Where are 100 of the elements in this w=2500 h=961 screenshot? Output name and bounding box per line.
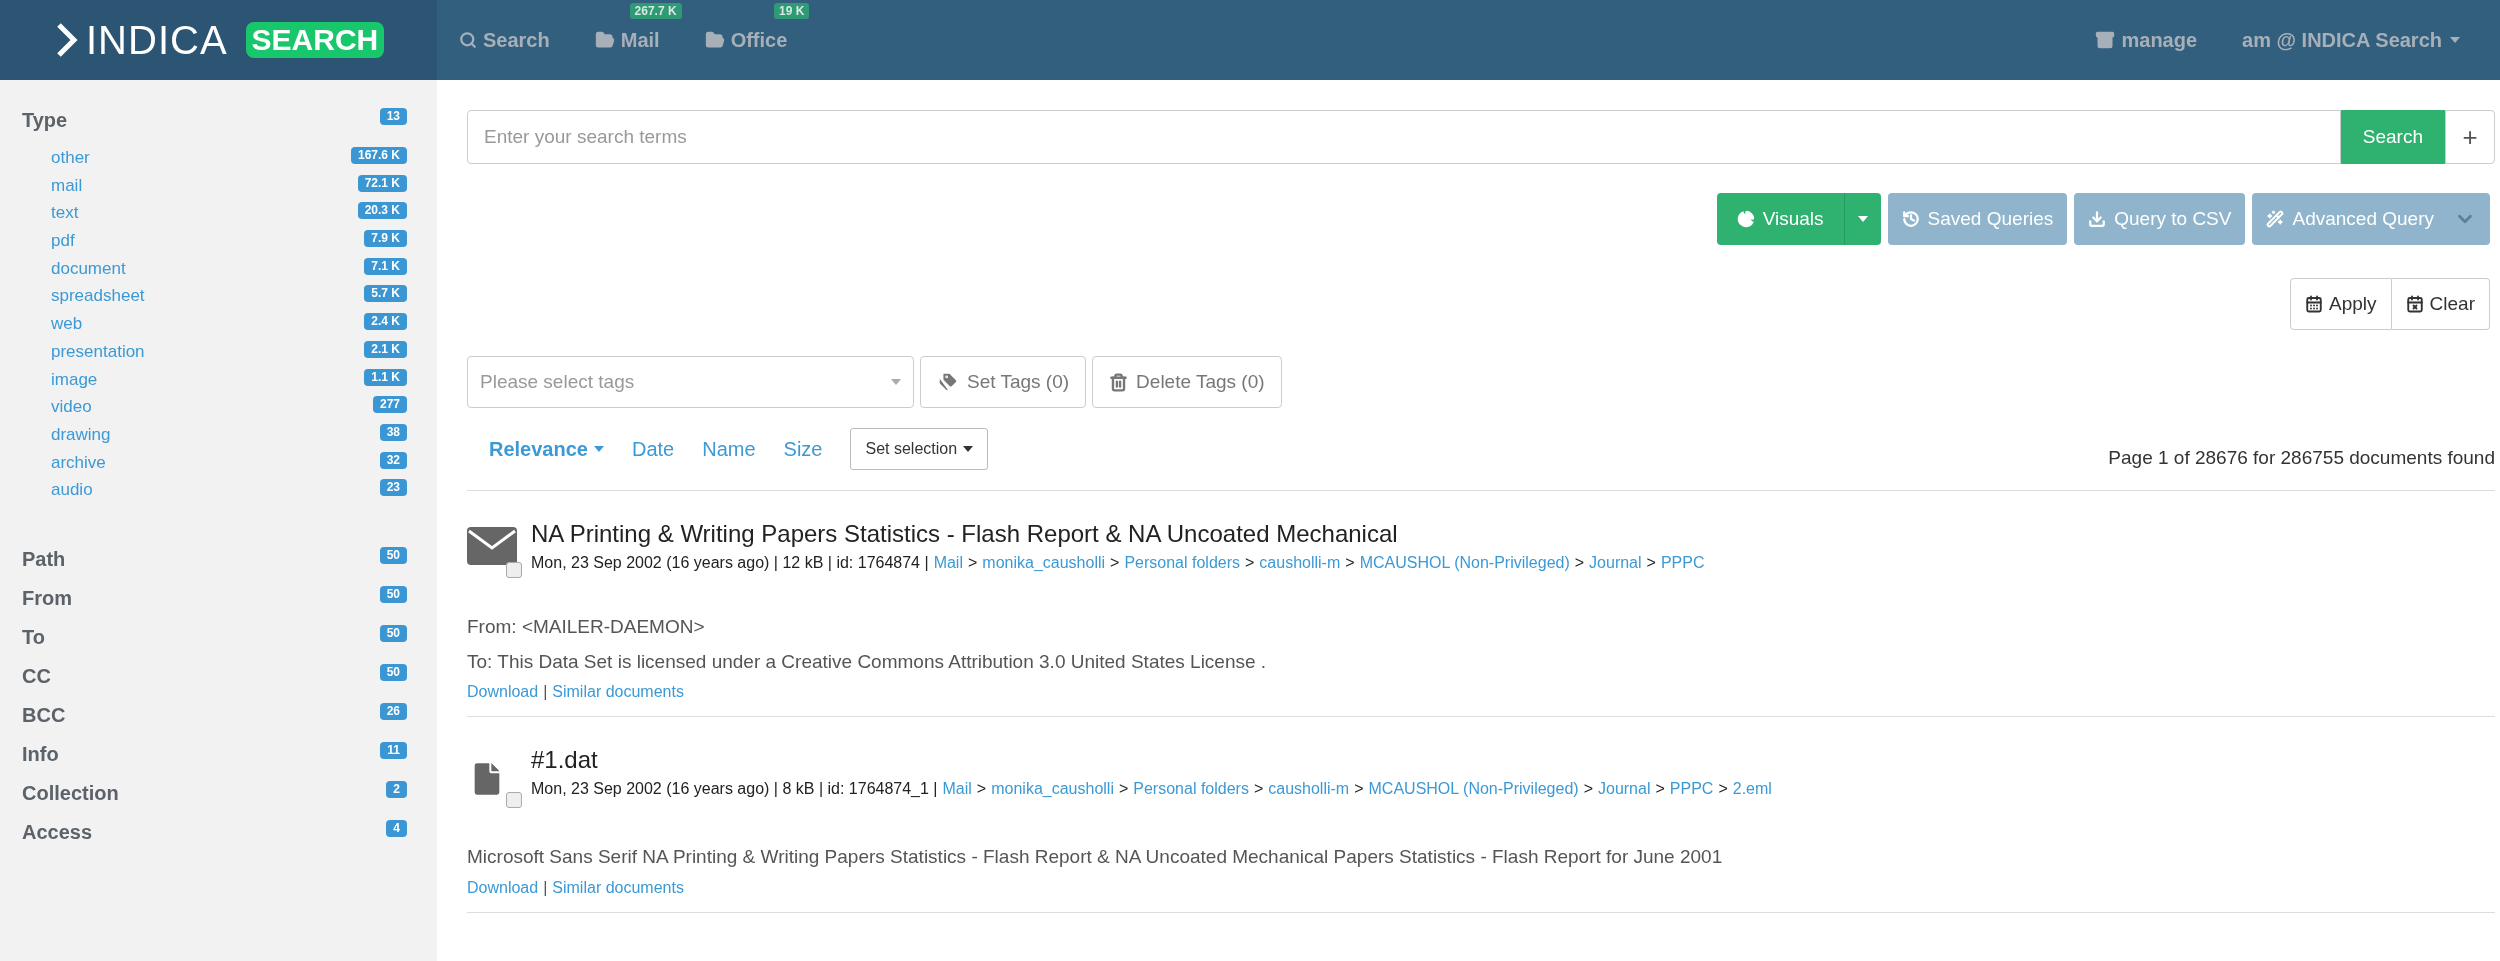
facet-option[interactable]: mail: [51, 174, 83, 196]
result-meta: Mon, 23 Sep 2002 (16 years ago) | 8 kB | id: 1764874_1 |: [531, 779, 938, 799]
path-link[interactable]: causholli-m: [1268, 777, 1350, 801]
sort-option[interactable]: Name: [702, 434, 756, 464]
result-meta: Mon, 23 Sep 2002 (16 years ago) | 12 kB | id: 1764874 |: [531, 553, 929, 573]
path-separator: >: [976, 779, 987, 799]
path-link[interactable]: PPPC: [1669, 777, 1714, 801]
path-link[interactable]: Personal folders: [1133, 777, 1249, 801]
result-title[interactable]: #1.dat: [531, 745, 1772, 775]
calendar-icon: [2305, 295, 2324, 313]
magic-wand-icon: [2266, 210, 2285, 228]
visuals-button[interactable]: Visuals: [1716, 193, 1844, 245]
set-selection-button[interactable]: Set selection: [850, 428, 989, 470]
result-checkbox[interactable]: [506, 792, 522, 808]
result-snippet: To: This Data Set is licensed under a Creative Commons Attribution 3.0 United States License .: [467, 649, 1268, 674]
result-action-link[interactable]: Similar documents: [552, 875, 684, 900]
path-link[interactable]: Journal: [1589, 551, 1642, 575]
history-icon: [1901, 210, 1920, 228]
facet-title[interactable]: From: [22, 585, 72, 610]
path-link[interactable]: Mail: [933, 551, 963, 575]
facet-title[interactable]: Path: [22, 546, 66, 571]
count-badge: 72.1 K: [357, 174, 407, 192]
count-badge: 20.3 K: [357, 202, 407, 220]
count-badge: 4: [386, 819, 407, 837]
manage-link[interactable]: manage: [2095, 25, 2198, 55]
result-snippet: From: <MAILER-DAEMON>: [467, 615, 706, 639]
path-separator: >: [1646, 553, 1656, 573]
facet-option[interactable]: drawing: [51, 423, 111, 445]
set-tags-button[interactable]: Set Tags (0): [920, 356, 1087, 408]
sort-option[interactable]: Size: [783, 434, 823, 464]
path-link[interactable]: 2.eml: [1732, 777, 1772, 801]
path-separator: >: [1718, 779, 1728, 799]
facet-title[interactable]: CC: [22, 663, 51, 688]
path-link[interactable]: monika_causholli: [982, 551, 1106, 575]
date-filter-button[interactable]: Apply: [2290, 278, 2392, 330]
count-badge: 32: [379, 451, 407, 469]
action-separator: |: [543, 682, 548, 702]
count-badge: 50: [379, 585, 407, 603]
path-separator: >: [1354, 779, 1364, 799]
path-separator: >: [1253, 779, 1264, 799]
facet-title[interactable]: Access: [22, 819, 93, 844]
count-badge: 1.1 K: [364, 368, 407, 386]
facet-option[interactable]: image: [51, 368, 98, 390]
result-action-link[interactable]: Similar documents: [552, 680, 684, 704]
count-badge: 7.9 K: [364, 230, 407, 248]
facet-option[interactable]: presentation: [51, 340, 145, 362]
facet-title[interactable]: To: [22, 624, 45, 649]
toolbar-button[interactable]: Saved Queries: [1887, 193, 2068, 245]
result-action-link[interactable]: Download: [467, 875, 539, 900]
count-badge: 13: [379, 108, 407, 125]
path-link[interactable]: Mail: [942, 777, 972, 801]
path-link[interactable]: monika_causholli: [991, 777, 1114, 801]
facet-title[interactable]: Collection: [22, 780, 119, 805]
facet-option[interactable]: archive: [51, 451, 106, 473]
path-link[interactable]: causholli-m: [1259, 551, 1341, 575]
count-badge: 2.1 K: [364, 340, 407, 358]
visuals-dropdown-button[interactable]: [1843, 193, 1881, 245]
user-menu[interactable]: am @ INDICA Search: [2242, 25, 2460, 55]
facet-option[interactable]: text: [51, 202, 79, 224]
count-badge: 26: [379, 702, 407, 720]
facet-title[interactable]: BCC: [22, 702, 66, 727]
search-field[interactable]: Enter your search terms: [467, 110, 2341, 164]
delete-tags-button[interactable]: Delete Tags (0): [1092, 356, 1282, 408]
facet-option[interactable]: other: [51, 147, 90, 168]
chevron-icon: [56, 22, 78, 58]
nav-link[interactable]: Mail: [594, 25, 660, 55]
path-separator: >: [1245, 553, 1255, 573]
tags-placeholder: Please select tags: [480, 369, 635, 394]
facet-option[interactable]: video: [51, 396, 92, 418]
count-badge: 11: [380, 741, 407, 759]
facet-option[interactable]: audio: [51, 479, 93, 501]
count-badge: 277: [372, 396, 407, 414]
advanced-query-button[interactable]: Advanced Query: [2252, 193, 2490, 245]
facet-option[interactable]: pdf: [51, 230, 75, 252]
tags-select[interactable]: Please select tags: [467, 356, 914, 408]
result-checkbox[interactable]: [506, 562, 522, 578]
facet-option[interactable]: document: [51, 257, 126, 279]
path-link[interactable]: Personal folders: [1124, 551, 1240, 575]
sort-option[interactable]: Relevance: [489, 434, 604, 464]
date-filter-button[interactable]: Clear: [2391, 278, 2490, 330]
download-icon: [2088, 210, 2107, 228]
path-link[interactable]: PPPC: [1660, 551, 1705, 575]
toolbar-button[interactable]: Query to CSV: [2074, 193, 2246, 245]
nav-link[interactable]: Search: [459, 25, 550, 55]
path-link[interactable]: MCAUSHOL (Non-Privileged): [1368, 777, 1579, 801]
result-action-link[interactable]: Download: [467, 680, 539, 704]
sort-option[interactable]: Date: [631, 434, 675, 464]
count-badge: 2: [386, 780, 407, 798]
facet-title[interactable]: Type: [22, 108, 68, 132]
nav-link[interactable]: Office: [704, 25, 788, 55]
facet-title[interactable]: Info: [22, 741, 59, 766]
path-link[interactable]: Journal: [1598, 777, 1651, 801]
path-link[interactable]: MCAUSHOL (Non-Privileged): [1359, 551, 1570, 575]
result-title[interactable]: NA Printing & Writing Papers Statistics - Flash Report & NA Uncoated Mechanical: [531, 519, 1705, 549]
nav-count-badge: 19 K: [773, 3, 810, 19]
search-button[interactable]: Search: [2340, 110, 2445, 164]
facet-option[interactable]: spreadsheet: [51, 285, 145, 307]
facet-option[interactable]: web: [51, 313, 83, 335]
logo[interactable]: INDICA SEARCH: [0, 0, 437, 80]
add-button[interactable]: +: [2445, 110, 2495, 164]
